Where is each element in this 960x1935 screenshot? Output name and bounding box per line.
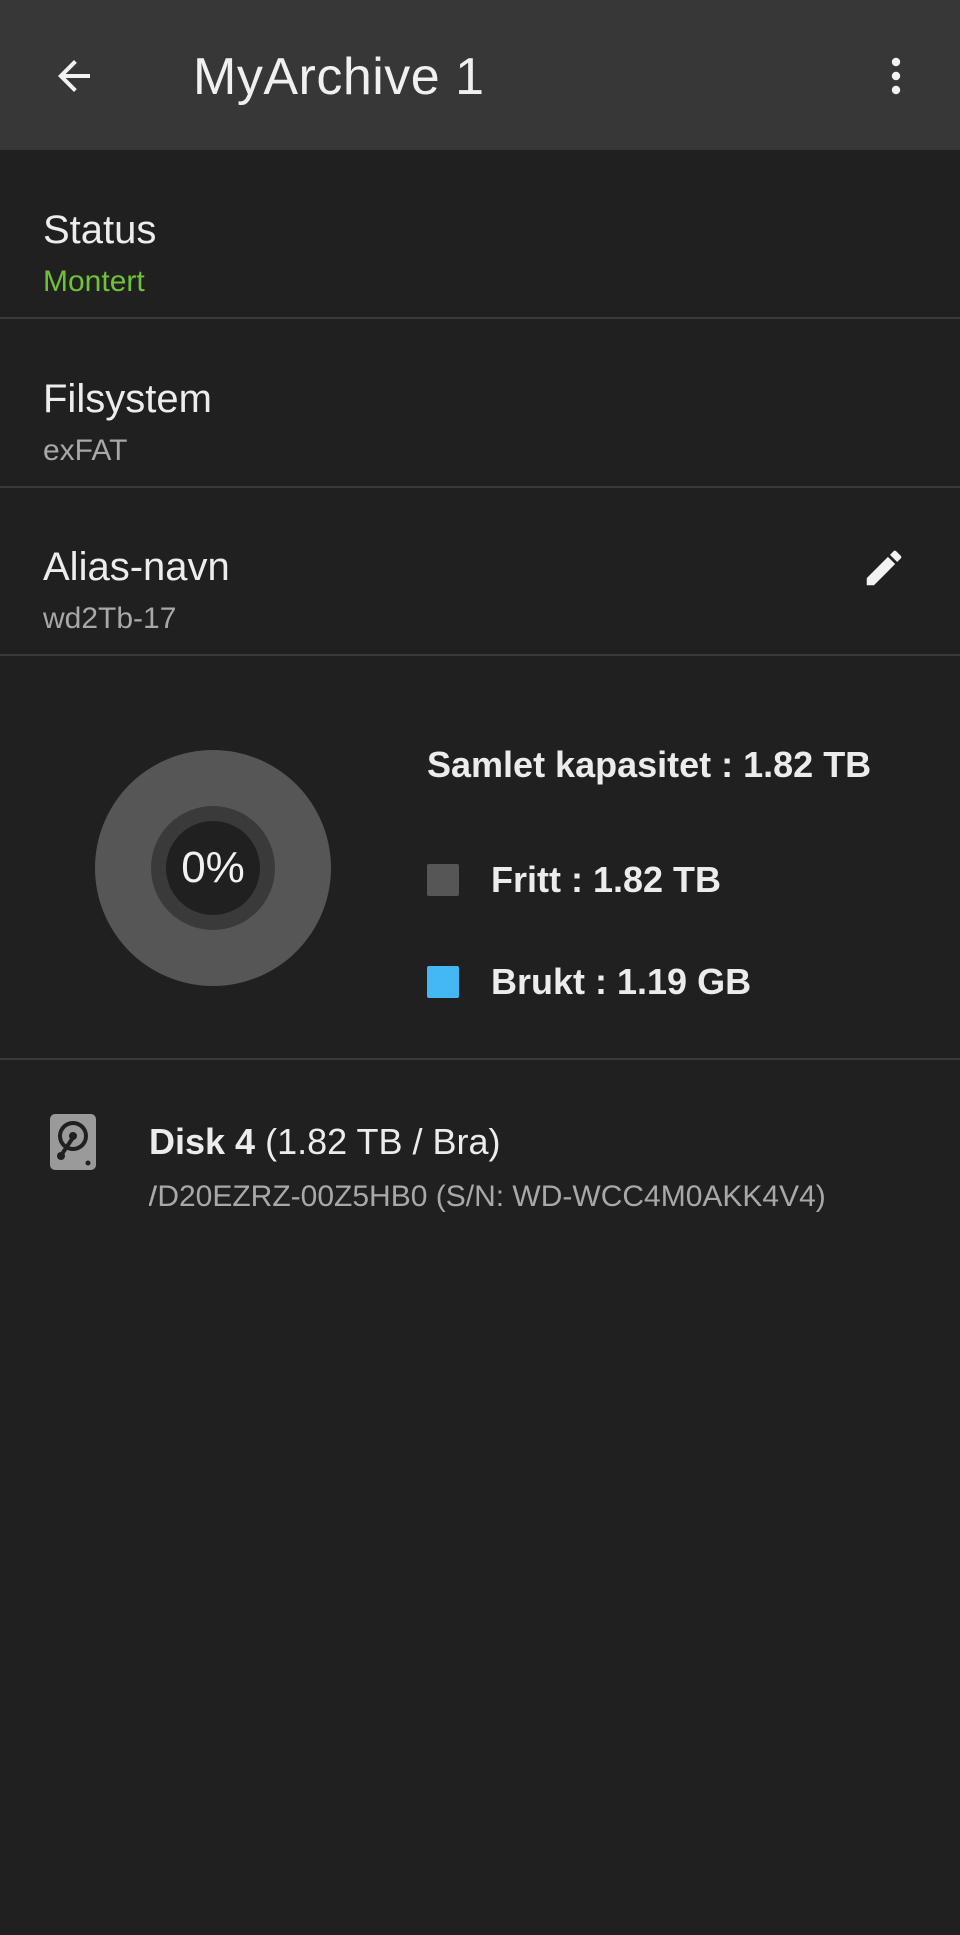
filesystem-row: Filsystem exFAT <box>0 319 960 488</box>
disk-model-serial: WD20EZRZ-00Z5HB0 (S/N: WD-WCC4M0AKK4V4) <box>149 1180 826 1213</box>
alias-value: wd2Tb-17 <box>43 602 177 635</box>
more-vert-icon <box>891 57 901 95</box>
page-title: MyArchive 1 <box>193 48 485 106</box>
disk-subtitle-clip: WD20EZRZ-00Z5HB0 (S/N: WD-WCC4M0AKK4V4) <box>149 1178 949 1218</box>
filesystem-value: exFAT <box>43 434 128 467</box>
status-row: Status Montert <box>0 150 960 319</box>
disk-list-item[interactable]: Disk 4 (1.82 TB / Bra) WD20EZRZ-00Z5HB0 … <box>0 1060 960 1240</box>
legend-free: Fritt : 1.82 TB <box>427 858 721 902</box>
disk-name: Disk 4 <box>149 1121 256 1162</box>
free-swatch <box>427 864 459 896</box>
legend-used: Brukt : 1.19 GB <box>427 960 751 1004</box>
usage-percent-label: 0% <box>181 843 245 892</box>
used-swatch <box>427 966 459 998</box>
pencil-icon <box>866 550 902 586</box>
hard-disk-icon <box>50 1114 96 1170</box>
disk-title: Disk 4 (1.82 TB / Bra) <box>149 1120 501 1164</box>
status-label: Status <box>43 208 157 252</box>
total-capacity-label: Samlet kapasitet : 1.82 TB <box>427 744 872 785</box>
capacity-section: 0% Samlet kapasitet : 1.82 TB Fritt : 1.… <box>0 675 960 1060</box>
back-button[interactable] <box>38 40 110 112</box>
used-label: Brukt : 1.19 GB <box>491 961 752 1002</box>
alias-row: Alias-navn wd2Tb-17 <box>0 487 960 656</box>
free-label: Fritt : 1.82 TB <box>491 859 722 900</box>
app-bar: MyArchive 1 <box>0 0 960 150</box>
filesystem-label: Filsystem <box>43 377 212 421</box>
disk-details: (1.82 TB / Bra) <box>255 1121 501 1162</box>
edit-alias-button[interactable] <box>852 536 916 600</box>
arrow-back-icon <box>58 60 90 92</box>
status-value: Montert <box>43 265 145 298</box>
more-options-button[interactable] <box>860 40 932 112</box>
alias-label: Alias-navn <box>43 545 230 589</box>
